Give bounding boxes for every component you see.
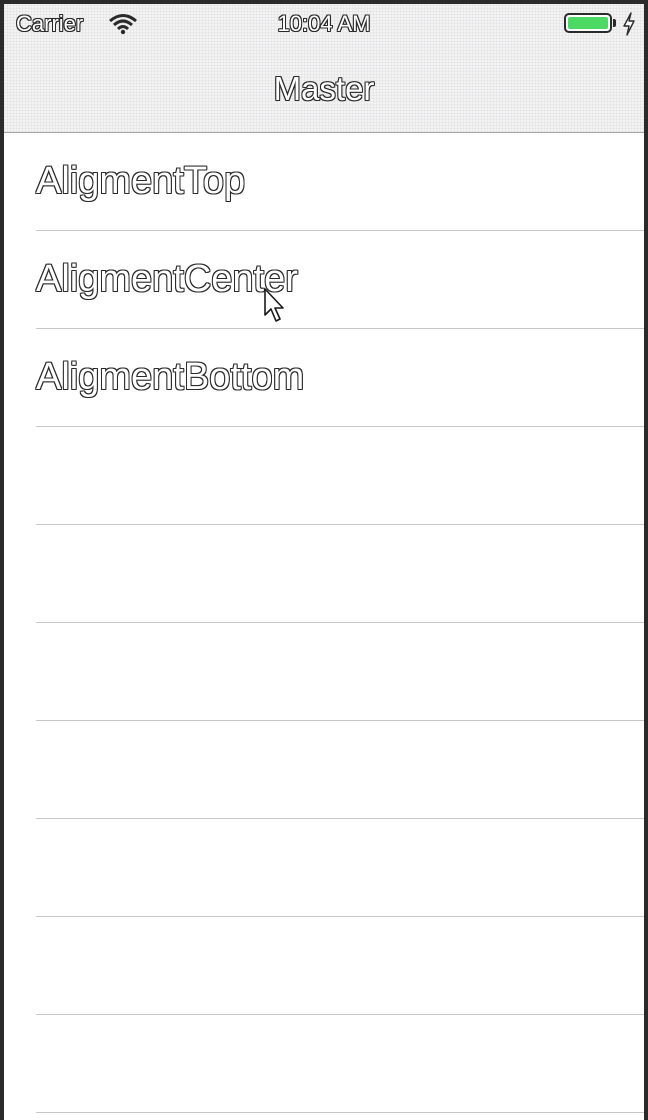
battery-icon (564, 13, 612, 33)
table-row[interactable]: AligmentBottom (36, 329, 644, 427)
table-row[interactable]: AligmentCenter (36, 231, 644, 329)
table-row[interactable] (36, 917, 644, 1015)
table-row[interactable]: AligmentTop (36, 133, 644, 231)
table-row[interactable] (36, 525, 644, 623)
row-label: AligmentTop (36, 160, 246, 202)
table-row[interactable] (36, 721, 644, 819)
table-row[interactable] (36, 623, 644, 721)
battery-level (568, 17, 608, 29)
status-time: 10:04 AM (277, 11, 371, 36)
table-view[interactable]: AligmentTop AligmentCenter AligmentBotto… (4, 133, 644, 1113)
app-screen: Carrier 10:04 AM Master AligmentTop Alig… (4, 4, 644, 1120)
nav-title: Master (273, 70, 375, 107)
charging-bolt-icon (623, 12, 635, 36)
table-row[interactable] (36, 427, 644, 525)
row-label: AligmentBottom (36, 356, 305, 398)
top-bar: Carrier 10:04 AM Master (4, 4, 644, 133)
table-row[interactable] (36, 1015, 644, 1113)
battery-tip (613, 19, 616, 27)
row-label: AligmentCenter (36, 258, 298, 300)
table-row[interactable] (36, 819, 644, 917)
